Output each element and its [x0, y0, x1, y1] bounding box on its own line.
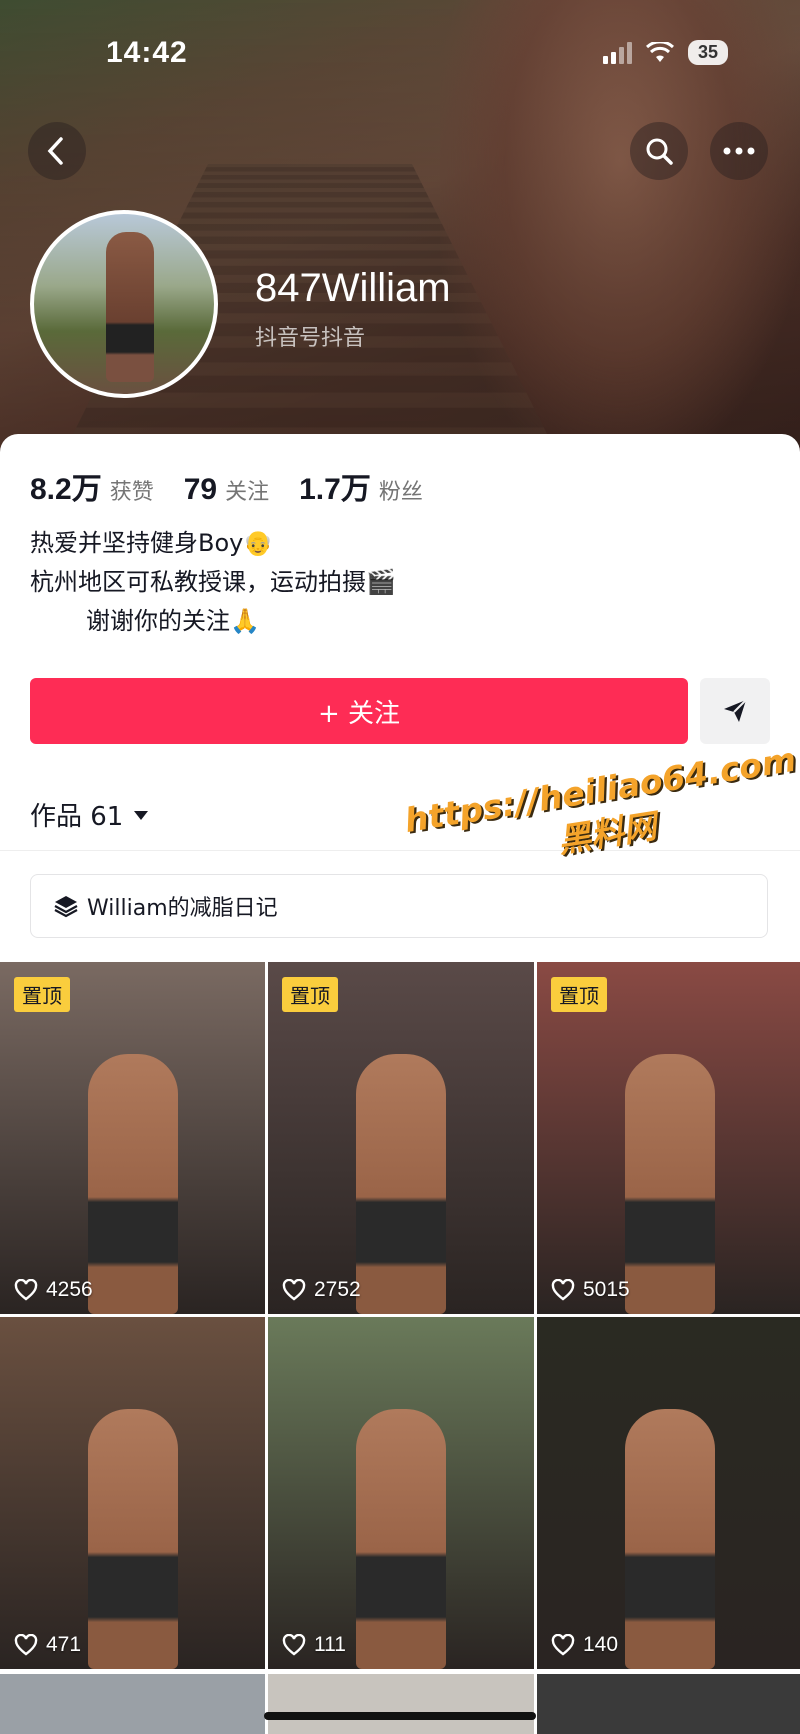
- search-icon: [646, 138, 673, 165]
- video-grid: 置顶 4256 置顶 2752 置顶 5015 471 111 140: [0, 962, 800, 1669]
- heart-icon: [14, 1279, 38, 1301]
- collection-chip[interactable]: William的减脂日记: [30, 874, 768, 938]
- thumbnail-figure: [87, 1409, 178, 1669]
- likes-count: 140: [583, 1633, 619, 1656]
- bio-line: 谢谢你的关注🙏: [86, 607, 260, 635]
- search-button[interactable]: [630, 122, 688, 180]
- more-icon: [723, 147, 755, 155]
- follow-button[interactable]: + 关注: [30, 678, 688, 744]
- thumbnail-figure: [356, 1054, 446, 1314]
- heart-icon: [551, 1279, 575, 1301]
- home-indicator: [264, 1712, 536, 1720]
- bio-line: 热爱并坚持健身Boy👴: [30, 529, 274, 557]
- likes-count: 111: [314, 1633, 346, 1656]
- heart-icon: [282, 1279, 306, 1301]
- likes-count: 471: [46, 1633, 82, 1656]
- video-thumbnail[interactable]: 置顶 5015: [537, 962, 800, 1314]
- send-icon: [724, 699, 747, 722]
- bio: 热爱并坚持健身Boy👴 杭州地区可私教授课，运动拍摄🎬 谢谢你的关注🙏: [30, 524, 396, 641]
- video-thumbnail[interactable]: 140: [537, 1317, 800, 1669]
- video-likes: 471: [14, 1633, 81, 1657]
- video-likes: 5015: [551, 1278, 630, 1302]
- chevron-left-icon: [47, 137, 63, 165]
- bio-line: 杭州地区可私教授课，运动拍摄🎬: [30, 568, 396, 596]
- battery-indicator: 35: [687, 40, 728, 65]
- cellular-signal-icon: [602, 41, 632, 64]
- heart-icon: [282, 1634, 306, 1656]
- video-thumbnail[interactable]: 置顶 2752: [268, 962, 534, 1314]
- status-icons: 35: [602, 40, 728, 65]
- layers-icon: [54, 896, 78, 918]
- video-thumbnail[interactable]: 111: [268, 1317, 534, 1669]
- more-button[interactable]: [710, 122, 768, 180]
- video-likes: 2752: [282, 1278, 361, 1302]
- likes-count: 2752: [314, 1278, 361, 1301]
- account-id: 抖音号抖音: [255, 326, 366, 351]
- divider: [0, 850, 800, 851]
- video-thumbnail[interactable]: 471: [0, 1317, 265, 1669]
- thumbnail-figure: [87, 1054, 178, 1314]
- pinned-badge: 置顶: [551, 977, 607, 1012]
- thumbnail-figure: [356, 1409, 446, 1669]
- stat-followers[interactable]: 1.7万 粉丝: [299, 464, 423, 508]
- video-grid-next-row: [0, 1674, 800, 1734]
- video-thumbnail[interactable]: 置顶 4256: [0, 962, 265, 1314]
- username: 847William: [255, 266, 451, 310]
- pinned-badge: 置顶: [14, 977, 70, 1012]
- video-likes: 4256: [14, 1278, 93, 1302]
- profile-stats: 8.2万 获赞 79 关注 1.7万 粉丝: [30, 464, 423, 508]
- video-likes: 140: [551, 1633, 618, 1657]
- share-button[interactable]: [700, 678, 770, 744]
- video-likes: 111: [282, 1633, 346, 1657]
- likes-count: 5015: [583, 1278, 630, 1301]
- likes-count: 4256: [46, 1278, 93, 1301]
- avatar[interactable]: [30, 210, 218, 398]
- pinned-badge: 置顶: [282, 977, 338, 1012]
- status-time: 14:42: [106, 36, 188, 69]
- thumbnail-figure: [624, 1409, 715, 1669]
- stat-following[interactable]: 79 关注: [184, 473, 269, 507]
- back-button[interactable]: [28, 122, 86, 180]
- stat-likes[interactable]: 8.2万 获赞: [30, 464, 154, 508]
- thumbnail-figure: [624, 1054, 715, 1314]
- heart-icon: [14, 1634, 38, 1656]
- works-tab[interactable]: 作品 61: [30, 796, 149, 833]
- caret-down-icon: [134, 810, 149, 820]
- heart-icon: [551, 1634, 575, 1656]
- wifi-icon: [645, 41, 674, 62]
